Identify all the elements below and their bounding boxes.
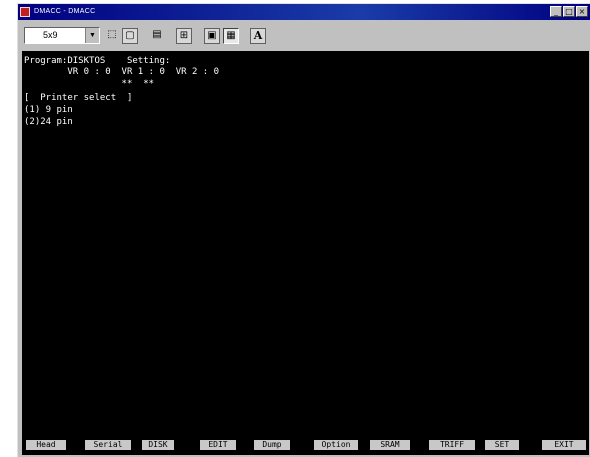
fkey-exit[interactable]: EXIT [542,440,586,450]
title-bar[interactable]: DMACC - DMACC _ □ × [18,4,590,20]
font-size-select[interactable]: 5x9 ▼ [24,27,100,44]
chevron-down-icon[interactable]: ▼ [85,28,99,43]
fkey-sram[interactable]: SRAM [370,440,410,450]
fullscreen-icon[interactable]: ⊞ [176,28,192,44]
fkey-triff[interactable]: TRIFF [429,440,475,450]
font-icon[interactable]: A [250,28,266,44]
window-title: DMACC - DMACC [34,8,96,15]
app-icon[interactable] [20,7,30,17]
fkey-dump[interactable]: Dump [254,440,290,450]
program-line: Program:DISKTOS Setting: [24,56,171,66]
console-screen[interactable]: Program:DISKTOS Setting: VR 0 : 0 VR 1 :… [22,51,589,433]
window-controls: _ □ × [550,6,588,18]
fkey-disk[interactable]: DISK [142,440,174,450]
fkey-set[interactable]: SET [485,440,519,450]
fkey-edit[interactable]: EDIT [200,440,236,450]
properties-icon[interactable]: ▦ [223,28,239,44]
marker-line: ** ** [24,79,155,89]
fkey-serial[interactable]: Serial [85,440,131,450]
dos-window: DMACC - DMACC _ □ × 5x9 ▼ ⬚ ▢ ▤ ⊞ ▣ ▦ A … [17,3,590,457]
vr-settings-line: VR 0 : 0 VR 1 : 0 VR 2 : 0 [24,67,220,77]
toolbar: 5x9 ▼ ⬚ ▢ ▤ ⊞ ▣ ▦ A [18,21,590,50]
close-button[interactable]: × [576,6,588,17]
select-icon[interactable]: ⬚ [104,28,120,44]
background-icon[interactable]: ▣ [204,28,220,44]
maximize-button[interactable]: □ [563,6,575,17]
menu-heading: [ Printer select ] [24,93,133,103]
minimize-button[interactable]: _ [550,6,562,17]
copy-icon[interactable]: ▢ [122,28,138,44]
menu-option-24-pin[interactable]: (2)24 pin [24,117,73,127]
fkey-head[interactable]: Head [26,440,66,450]
fkey-option[interactable]: Option [314,440,358,450]
font-size-value: 5x9 [43,30,58,40]
menu-option-9-pin[interactable]: (1) 9 pin [24,105,73,115]
function-key-bar: Head Serial DISK EDIT Dump Option SRAM T… [22,433,589,455]
paste-icon[interactable]: ▤ [149,28,165,44]
